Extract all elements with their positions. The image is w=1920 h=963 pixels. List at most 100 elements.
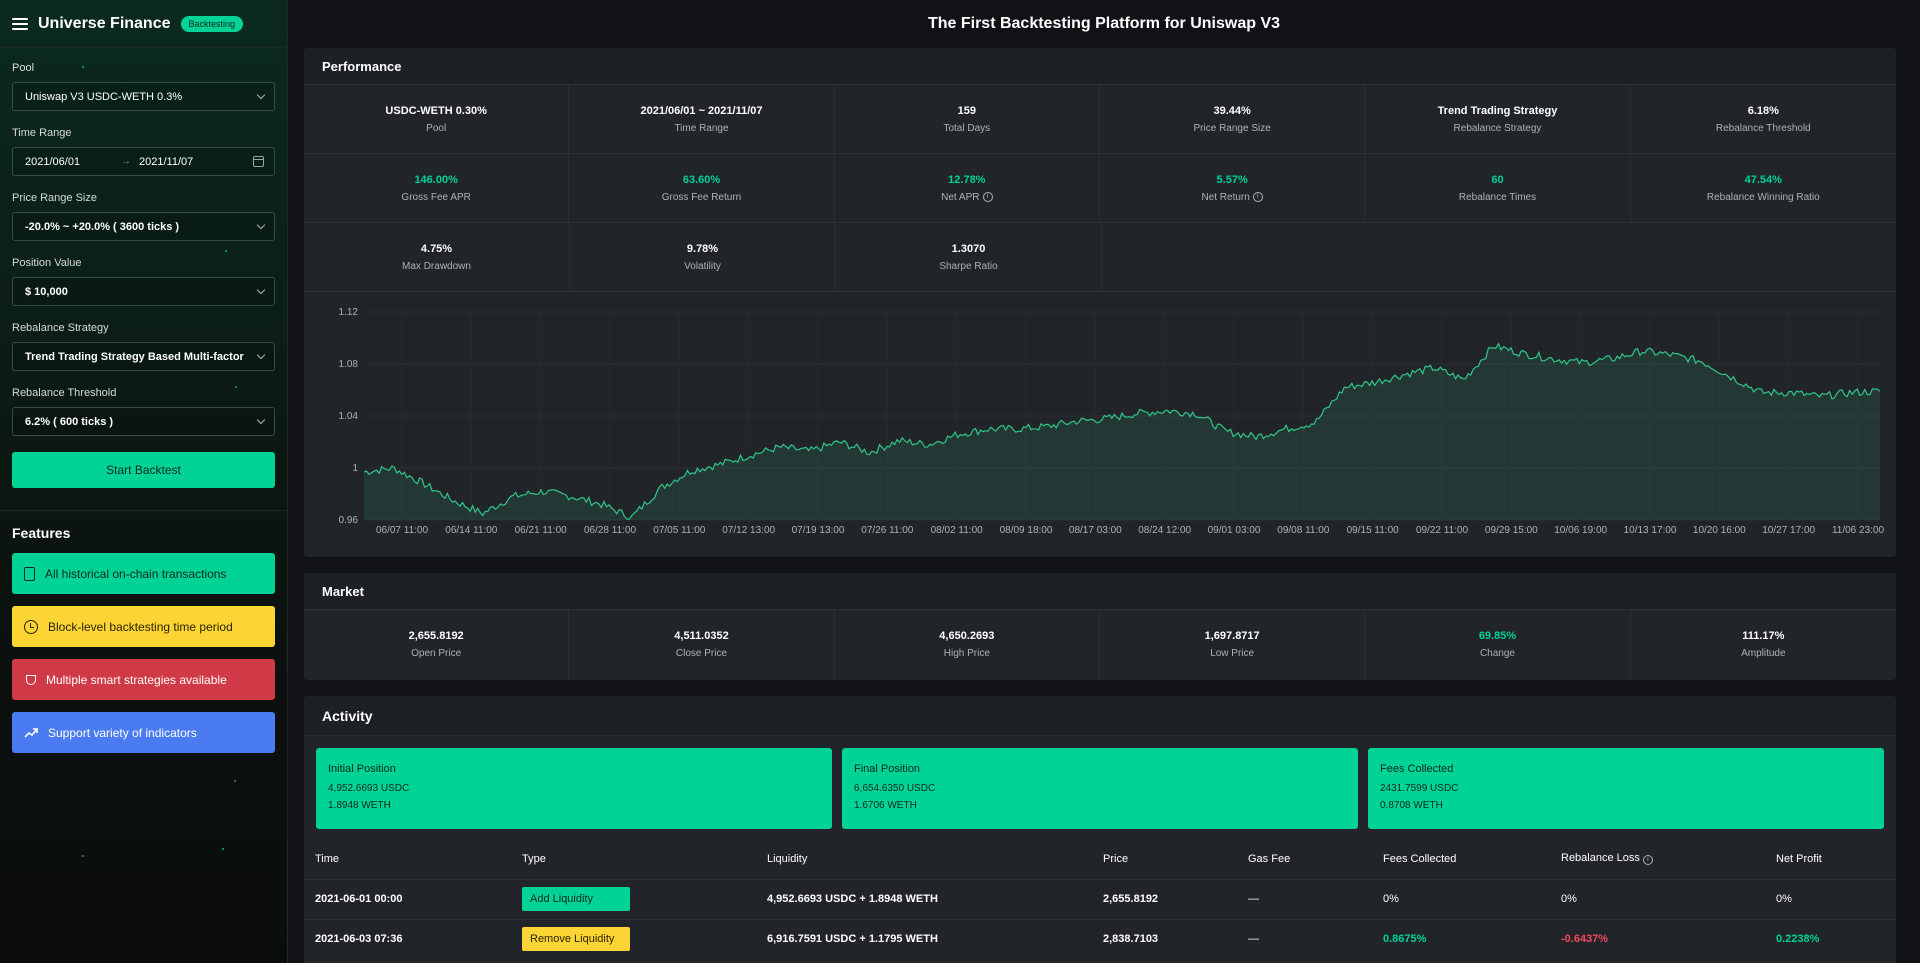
x-tick-label: 09/22 11:00 [1416,525,1469,536]
series-area [364,343,1880,520]
market-close-price: 4,511.0352 Close Price [569,610,835,679]
stat-value: 6.18% [1747,104,1779,117]
position-value-label: Position Value [12,257,82,269]
pool-select-value: Uniswap V3 USDC-WETH 0.3% [25,90,183,103]
market-high-price: 4,650.2693 High Price [835,610,1100,679]
hamburger-menu-icon[interactable] [12,17,28,30]
features-title: Features [12,525,71,541]
performance-title: Performance [304,48,1896,85]
stat-price-range-size: 39.44% Price Range Size [1100,85,1366,153]
column-header-time: Time [315,852,340,865]
info-icon[interactable]: i [982,192,993,202]
x-tick-label: 09/01 03:00 [1208,525,1261,536]
rebalance-strategy-select[interactable]: Trend Trading Strategy Based Multi-facto… [12,342,275,371]
final-position-card: Final Position 6,654.6350 USDC 1.6706 WE… [842,748,1358,829]
stat-value: 111.17% [1742,630,1785,642]
document-icon [24,566,35,581]
x-tick-label: 09/29 15:00 [1485,525,1538,536]
y-tick-label: 1.04 [339,411,359,422]
stat-label: Max Drawdown [402,260,471,272]
sidebar: Universe Finance Backtesting Pool Uniswa… [0,0,288,963]
stat-label: Rebalance Winning Ratio [1706,191,1820,203]
stat-label: Time Range [674,122,729,134]
cell-loss: -0.6437% [1550,918,1765,959]
x-tick-label: 08/09 18:00 [1000,525,1053,536]
info-icon[interactable]: i [1642,855,1653,866]
card-line: 2431.7599 USDC [1380,783,1459,794]
stat-value: 1.3070 [951,242,986,255]
rebalance-threshold-value: 6.2% ( 600 ticks ) [25,415,114,428]
stat-value: 159 [957,104,976,117]
rebalance-threshold-label: Rebalance Threshold [12,387,117,399]
cell-liquidity: 4,952.6693 USDC + 1.8948 WETH [756,878,1092,919]
x-tick-label: 10/20 16:00 [1693,525,1746,536]
card-line: 6,654.6350 USDC [854,783,936,794]
add-liquidity-tag: Add Liquidity [522,887,630,911]
stat-rebalance-times: 60 Rebalance Times [1365,154,1631,222]
market-title: Market [304,573,1896,610]
cell-profit: 0% [1765,878,1896,919]
price-range-select[interactable]: -20.0% ~ +20.0% ( 3600 ticks ) [12,212,275,241]
column-header-net-profit: Net Profit [1776,852,1822,865]
chevron-down-icon [256,220,266,230]
x-tick-label: 08/17 03:00 [1069,525,1122,536]
market-row: 2,655.8192 Open Price 4,511.0352 Close Pri… [304,610,1896,679]
cell-profit: 0.2238% [1765,918,1896,959]
stat-label: Close Price [675,648,728,659]
performance-panel: Performance USDC-WETH 0.30% Pool 2021/06/… [304,48,1896,557]
x-tick-label: 09/08 11:00 [1277,525,1330,536]
x-tick-label: 07/19 13:00 [792,525,845,536]
card-title: Final Position [854,763,921,775]
calendar-icon [253,156,264,167]
stat-value: 5.57% [1216,173,1248,186]
start-date-input[interactable]: 2021/06/01 [25,156,121,168]
stat-value: 146.00% [414,173,458,186]
start-backtest-button[interactable]: Start Backtest [12,452,275,488]
stat-gross-fee-return: 63.60% Gross Fee Return [569,154,835,222]
x-tick-label: 11/06 23:00 [1832,525,1885,536]
decor-dot [82,66,84,68]
position-value-select[interactable]: $ 10,000 [12,277,275,306]
stat-label: Gross Fee Return [661,191,742,203]
stat-label: Change [1479,648,1515,659]
stat-label: Pool [426,122,447,134]
time-range-picker[interactable]: 2021/06/01 → 2021/11/07 [12,147,275,176]
market-panel: Market 2,655.8192 Open Price 4,511.0352 Cl… [304,573,1896,680]
trend-icon [24,727,38,738]
column-header-type: Type [522,852,546,865]
stat-label: Net APR [941,191,980,203]
main-content: The First Backtesting Platform for Unisw… [288,0,1920,963]
cell-price: 2,655.8192 [1092,878,1237,919]
stat-value: 9.78% [686,242,719,255]
column-header-liquidity: Liquidity [767,852,808,865]
x-tick-label: 08/02 11:00 [931,525,984,536]
stat-label: Rebalance Threshold [1715,122,1811,134]
y-tick-label: 1.12 [339,307,359,318]
info-icon[interactable]: i [1252,192,1263,202]
stat-value: Trend Trading Strategy [1437,104,1558,117]
y-tick-label: 1 [352,463,358,474]
feature-label: Multiple smart strategies available [46,672,227,687]
fees-collected-card: Fees Collected 2431.7599 USDC 0.8708 WET… [1368,748,1884,829]
stat-rebalance-threshold: 6.18% Rebalance Threshold [1631,85,1896,153]
column-header-label: Rebalance Loss [1561,852,1640,865]
rebalance-threshold-select[interactable]: 6.2% ( 600 ticks ) [12,407,275,436]
stat-time-range: 2021/06/01 ~ 2021/11/07 Time Range [569,85,835,153]
rebalance-strategy-label: Rebalance Strategy [12,322,109,334]
pool-select[interactable]: Uniswap V3 USDC-WETH 0.3% [12,82,275,111]
price-range-value: -20.0% ~ +20.0% ( 3600 ticks ) [25,220,180,233]
decor-dot [234,780,236,782]
stat-label: Sharpe Ratio [939,260,998,272]
stat-value: USDC-WETH 0.30% [385,104,487,117]
column-header-fees-collected: Fees Collected [1383,852,1457,865]
decor-dot [235,386,237,388]
position-value-value: $ 10,000 [25,285,68,298]
table-row: 2021-06-01 00:00 Add Liquidity 4,952.669… [304,878,1896,919]
stat-label: Low Price [1210,648,1255,659]
market-open-price: 2,655.8192 Open Price [304,610,570,679]
activity-title: Activity [304,696,1896,736]
stat-pool: USDC-WETH 0.30% Pool [304,85,570,153]
end-date-input[interactable]: 2021/11/07 [139,156,193,168]
x-tick-label: 06/07 11:00 [376,525,429,536]
stat-value: 2021/06/01 ~ 2021/11/07 [640,104,763,117]
